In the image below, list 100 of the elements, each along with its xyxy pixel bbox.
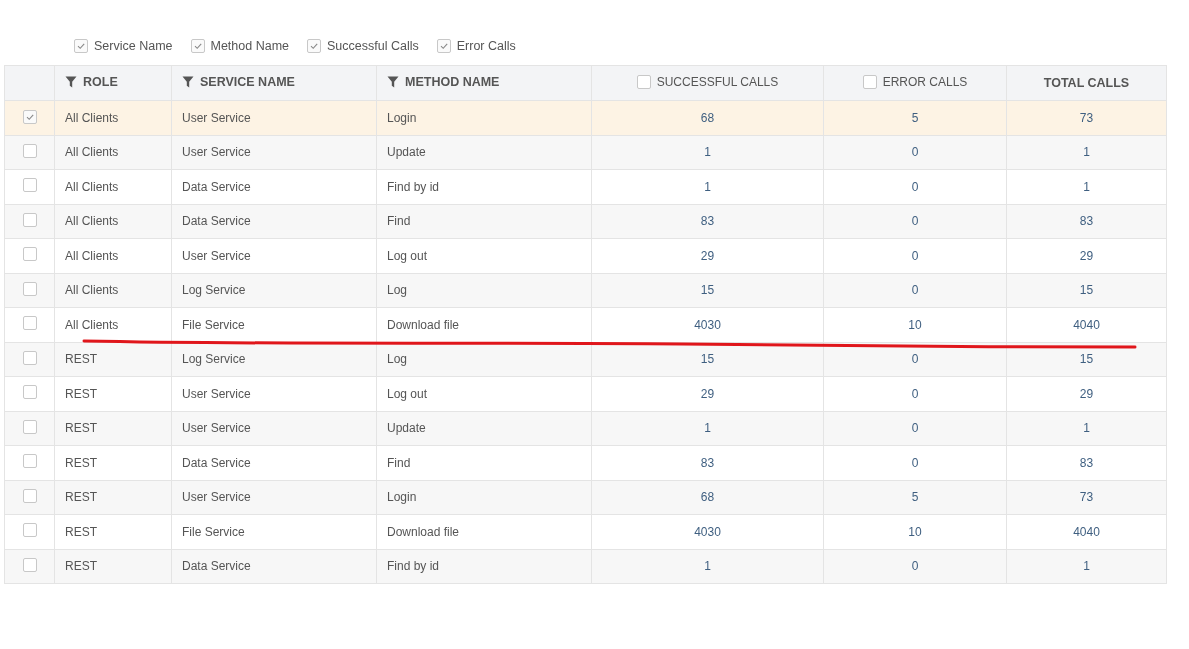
table-cell: Update (376, 135, 592, 170)
table-cell: REST (54, 445, 172, 480)
table-cell: 15 (591, 273, 824, 308)
table-cell: Data Service (171, 169, 377, 204)
table-cell: 0 (823, 273, 1007, 308)
row-checkbox[interactable] (22, 488, 37, 503)
table-cell: Data Service (171, 549, 377, 584)
table-cell: Login (376, 480, 592, 515)
filter-icon[interactable] (65, 76, 77, 88)
row-checkbox[interactable] (22, 523, 37, 538)
checkbox[interactable] (307, 39, 321, 53)
table-cell: 29 (591, 238, 824, 273)
table-cell: 83 (1006, 204, 1167, 239)
checkbox-label: Error Calls (456, 39, 516, 53)
checkbox[interactable] (436, 39, 451, 53)
check-icon (309, 41, 319, 51)
table-cell: All Clients (54, 100, 172, 135)
table-cell: 1 (1006, 411, 1167, 446)
table-cell: 5 (823, 480, 1007, 515)
table-cell: 5 (823, 100, 1007, 135)
table-cell: 10 (823, 514, 1007, 549)
checkbox[interactable] (190, 39, 205, 53)
row-checkbox[interactable] (22, 419, 37, 434)
column-header[interactable]: TOTAL CALLS (1006, 65, 1167, 101)
table-cell: 0 (823, 376, 1007, 411)
table-cell: Download file (376, 514, 592, 549)
column-header[interactable]: METHOD NAME (376, 65, 592, 101)
filter-icon[interactable] (387, 76, 399, 88)
table-cell: Data Service (171, 445, 377, 480)
table-cell: 29 (591, 376, 824, 411)
table-cell: User Service (171, 238, 377, 273)
table-cell: 0 (823, 238, 1007, 273)
row-checkbox[interactable] (22, 385, 37, 400)
column-header[interactable]: ERROR CALLS (823, 65, 1007, 101)
row-checkbox[interactable] (22, 281, 37, 296)
checkbox[interactable] (636, 74, 651, 89)
column-title: METHOD NAME (405, 75, 500, 89)
table-cell: User Service (171, 376, 377, 411)
table-cell: 73 (1006, 480, 1167, 515)
table-cell: 1 (591, 411, 824, 446)
checkbox[interactable] (74, 39, 88, 53)
table-cell: User Service (171, 100, 377, 135)
row-checkbox[interactable] (22, 143, 37, 158)
checkbox-label: Method Name (210, 39, 289, 53)
row-checkbox[interactable] (22, 247, 37, 262)
row-checkbox[interactable] (22, 178, 37, 193)
row-checkbox[interactable] (22, 454, 37, 469)
table-cell: REST (54, 411, 172, 446)
table-cell: Log (376, 273, 592, 308)
table-cell: 0 (823, 445, 1007, 480)
column-header[interactable]: ROLE (54, 65, 172, 101)
table-cell: 68 (591, 480, 824, 515)
table-cell: REST (54, 342, 172, 377)
filter-icon[interactable] (182, 76, 194, 88)
table-cell: REST (54, 480, 172, 515)
table-cell: 15 (1006, 273, 1167, 308)
table-cell: Update (376, 411, 592, 446)
checkbox[interactable] (862, 74, 877, 89)
table-cell: User Service (171, 480, 377, 515)
table-cell: Log out (376, 376, 592, 411)
table-cell: 1 (1006, 549, 1167, 584)
table-cell: Data Service (171, 204, 377, 239)
table-cell: All Clients (54, 169, 172, 204)
checkbox-label: Successful Calls (327, 39, 419, 53)
table-cell: 1 (591, 549, 824, 584)
row-checkbox[interactable] (22, 316, 37, 331)
check-icon (76, 41, 86, 51)
table-cell: 83 (591, 445, 824, 480)
table-cell: 68 (591, 100, 824, 135)
check-icon (24, 112, 35, 123)
row-checkbox[interactable] (22, 212, 37, 227)
table-cell: 4040 (1006, 307, 1167, 342)
table-cell: REST (54, 376, 172, 411)
table-cell: Find (376, 445, 592, 480)
column-header[interactable]: SUCCESSFUL CALLS (591, 65, 824, 101)
table-cell: 4030 (591, 514, 824, 549)
table-cell: 0 (823, 549, 1007, 584)
table-cell: REST (54, 514, 172, 549)
column-header[interactable]: SERVICE NAME (171, 65, 377, 101)
check-icon (438, 41, 449, 51)
table-cell: 29 (1006, 238, 1167, 273)
column-title: ROLE (83, 75, 118, 89)
table-cell: 4040 (1006, 514, 1167, 549)
table-cell: 1 (591, 169, 824, 204)
table-cell: 0 (823, 204, 1007, 239)
check-icon (192, 41, 203, 51)
table-cell: User Service (171, 135, 377, 170)
row-checkbox[interactable] (22, 350, 37, 365)
table-cell: All Clients (54, 135, 172, 170)
table-cell: 10 (823, 307, 1007, 342)
table-cell: 0 (823, 135, 1007, 170)
row-checkbox[interactable] (22, 110, 37, 125)
table-cell: Log Service (171, 342, 377, 377)
row-checkbox[interactable] (22, 557, 37, 572)
table-cell: All Clients (54, 273, 172, 308)
table-cell: Log out (376, 238, 592, 273)
table-cell: Log Service (171, 273, 377, 308)
table-cell: Login (376, 100, 592, 135)
table-cell: Find by id (376, 549, 592, 584)
table-cell: 0 (823, 411, 1007, 446)
